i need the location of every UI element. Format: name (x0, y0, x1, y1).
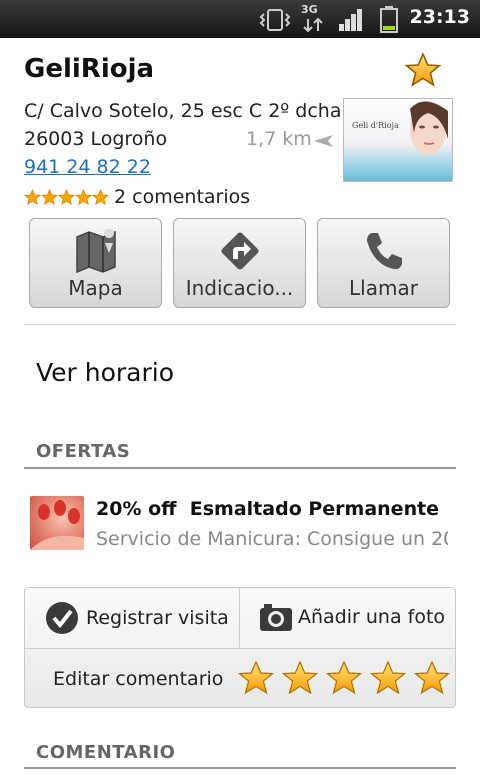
offers-divider (24, 467, 456, 469)
panel-divider (239, 588, 240, 648)
call-button-label: Llamar (349, 276, 418, 300)
clock: 23:13 (409, 6, 470, 28)
phone-icon (366, 233, 402, 270)
vibrate-icon (259, 9, 291, 31)
review-star-icon[interactable] (369, 660, 407, 696)
offers-section-title: OFERTAS (36, 441, 131, 462)
review-count: 2 comentarios (114, 186, 251, 208)
comments-divider (24, 767, 456, 769)
direction-arrow-icon (314, 135, 333, 147)
map-button-label: Mapa (68, 276, 123, 300)
place-name: GeliRioja (24, 54, 155, 84)
comments-section-title: COMENTARIO (36, 742, 176, 763)
thumbnail-caption: Geli d'Rioja (352, 121, 399, 130)
review-star-icon[interactable] (413, 660, 451, 696)
checkmark-icon (46, 602, 78, 634)
rating-row[interactable]: 2 comentarios (24, 186, 250, 208)
add-photo-button[interactable]: Añadir una foto (259, 601, 445, 633)
signal-icon (339, 9, 362, 31)
map-icon (75, 229, 116, 273)
divider (24, 324, 456, 325)
address-line2: 26003 Logroño (24, 128, 168, 150)
offer-subtitle: Servicio de Manicura: Consigue un 20% de… (96, 528, 448, 550)
directions-button-label: Indicacio... (185, 276, 294, 300)
directions-icon (220, 232, 259, 270)
offer-image (30, 496, 84, 550)
review-star-icon[interactable] (237, 660, 275, 696)
call-button[interactable]: Llamar (317, 218, 450, 308)
network-3g-icon: 3G (300, 3, 328, 33)
rating-stars (24, 188, 109, 206)
phone-link[interactable]: 941 24 82 22 (24, 156, 151, 178)
rating-star-icon (41, 188, 58, 205)
address-line1: C/ Calvo Sotelo, 25 esc C 2º dcha (24, 100, 342, 122)
checkin-button[interactable]: Registrar visita (45, 601, 229, 635)
distance: 1,7 km (246, 128, 312, 150)
offer-title: 20% off Esmaltado Permanente (96, 498, 440, 520)
review-stars[interactable] (237, 660, 457, 696)
hours-link[interactable]: Ver horario (36, 358, 174, 387)
status-bar: 3G 23:13 (0, 0, 480, 38)
map-button[interactable]: Mapa (29, 218, 162, 308)
rating-star-icon (92, 188, 109, 205)
add-photo-label: Añadir una foto (298, 606, 446, 628)
place-photo[interactable]: Geli d'Rioja (343, 98, 453, 182)
camera-icon (260, 604, 292, 631)
battery-icon (380, 6, 398, 33)
rating-star-icon (58, 188, 75, 205)
checkin-label: Registrar visita (86, 607, 229, 629)
rating-star-icon (24, 188, 41, 205)
edit-review-label[interactable]: Editar comentario (53, 668, 223, 690)
actions-panel: Registrar visita Añadir una foto Editar … (24, 587, 456, 708)
directions-button[interactable]: Indicacio... (173, 218, 306, 308)
rating-star-icon (75, 188, 92, 205)
favorite-star-icon[interactable] (404, 52, 442, 88)
review-star-icon[interactable] (281, 660, 319, 696)
review-star-icon[interactable] (325, 660, 363, 696)
